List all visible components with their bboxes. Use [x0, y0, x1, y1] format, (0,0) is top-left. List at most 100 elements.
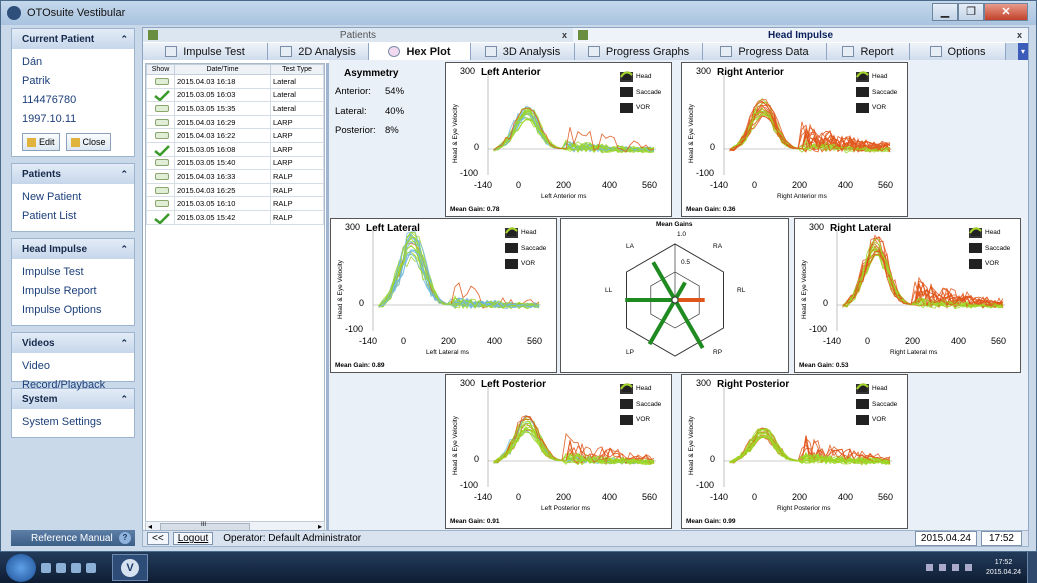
y-axis-label: Head & Eye Velocity: [688, 416, 695, 475]
reference-manual-button[interactable]: Reference Manual ?: [11, 530, 135, 546]
show-cell[interactable]: [146, 101, 175, 116]
checkmark-icon[interactable]: [153, 144, 171, 157]
maximize-button[interactable]: ❐: [958, 3, 984, 21]
tab-2d-analysis[interactable]: 2D Analysis: [268, 43, 369, 60]
impulse-report-link[interactable]: Impulse Report: [22, 282, 124, 301]
show-desktop-button[interactable]: [1027, 552, 1037, 583]
table-row[interactable]: 2015.03.05 16:10 RALP: [146, 196, 324, 211]
patients-header[interactable]: Patients ⌃: [12, 164, 134, 184]
col-datetime[interactable]: Date/Time: [174, 64, 271, 75]
show-cell[interactable]: [146, 209, 175, 225]
minimize-button[interactable]: ▁: [932, 3, 958, 21]
start-button[interactable]: [6, 553, 36, 582]
legend-swatch-saccade: [969, 227, 982, 254]
tab-scroll-button[interactable]: ▾: [1018, 43, 1028, 60]
taskbar-app-otosuite[interactable]: V: [112, 554, 148, 581]
doc-tab-patients[interactable]: Patients x: [143, 28, 573, 42]
tab-options[interactable]: Options: [910, 43, 1006, 60]
unchecked-icon[interactable]: [154, 172, 169, 180]
checkmark-icon[interactable]: [153, 90, 171, 103]
x-tick: 560: [642, 492, 658, 502]
tab-report[interactable]: Report: [827, 43, 910, 60]
show-cell[interactable]: [146, 128, 175, 143]
table-row[interactable]: 2015.03.05 15:40 LARP: [146, 155, 324, 171]
collapse-icon[interactable]: ⌃: [120, 338, 128, 349]
unchecked-icon[interactable]: [154, 159, 169, 167]
show-cell[interactable]: [146, 87, 175, 103]
impulse-test-link[interactable]: Impulse Test: [22, 263, 124, 282]
security-icon[interactable]: [964, 564, 972, 571]
show-cell[interactable]: [146, 141, 175, 157]
videos-header[interactable]: Videos ⌃: [12, 333, 134, 353]
tab-progress-data[interactable]: Progress Data: [703, 43, 827, 60]
table-row[interactable]: 2015.03.05 15:35 Lateral: [146, 101, 324, 116]
table-row[interactable]: 2015.03.05 15:42 RALP: [146, 209, 324, 225]
table-row[interactable]: 2015.03.05 16:03 Lateral: [146, 87, 324, 103]
table-row[interactable]: 2015.04.03 16:18 Lateral: [146, 74, 324, 89]
col-test-type[interactable]: Test Type: [270, 64, 324, 75]
col-show[interactable]: Show: [146, 64, 175, 75]
unchecked-icon[interactable]: [154, 200, 169, 208]
table-row[interactable]: 2015.03.05 16:08 LARP: [146, 141, 324, 157]
flag-icon[interactable]: [925, 564, 933, 571]
table-row[interactable]: 2015.04.03 16:22 LARP: [146, 128, 324, 143]
tab-impulse-test[interactable]: Impulse Test: [143, 43, 268, 60]
explorer-icon[interactable]: [41, 562, 51, 573]
show-cell[interactable]: [146, 182, 175, 198]
show-cell[interactable]: [146, 169, 175, 184]
hex-label-rp: RP: [713, 349, 723, 356]
unchecked-icon[interactable]: [154, 104, 169, 112]
table-row[interactable]: 2015.04.03 16:25 RALP: [146, 182, 324, 198]
doc-tab-head-impulse[interactable]: Head Impulse x: [573, 28, 1028, 42]
media-icon[interactable]: [56, 562, 66, 573]
edit-patient-button[interactable]: Edit: [22, 133, 60, 151]
system-settings-link[interactable]: System Settings: [22, 413, 124, 432]
new-patient-link[interactable]: New Patient: [22, 188, 124, 207]
collapse-icon[interactable]: ⌃: [120, 169, 128, 180]
collapse-icon[interactable]: ⌃: [120, 34, 128, 45]
system-panel: System ⌃ System Settings: [11, 388, 135, 438]
close-tab-icon[interactable]: x: [562, 30, 567, 40]
head-impulse-header[interactable]: Head Impulse ⌃: [12, 239, 134, 259]
volume-icon[interactable]: [951, 564, 959, 571]
show-cell[interactable]: [146, 155, 175, 171]
hex-label-ra: RA: [713, 243, 723, 250]
table-row[interactable]: 2015.04.03 16:33 RALP: [146, 169, 324, 184]
chrome-icon[interactable]: [86, 562, 96, 573]
tray-clock[interactable]: 17:52 2015.04.24: [986, 558, 1021, 578]
unchecked-icon[interactable]: [154, 132, 169, 140]
browser-icon[interactable]: [71, 562, 81, 573]
tab-3d-analysis[interactable]: 3D Analysis: [471, 43, 575, 60]
close-window-button[interactable]: ✕: [984, 3, 1028, 21]
unchecked-icon[interactable]: [154, 118, 169, 126]
x-tick: 400: [838, 180, 854, 190]
unchecked-icon[interactable]: [154, 186, 169, 194]
checkmark-icon[interactable]: [153, 212, 171, 225]
table-row[interactable]: 2015.04.03 16:29 LARP: [146, 114, 324, 130]
close-tab-icon[interactable]: x: [1017, 30, 1022, 40]
asym-value: 8%: [385, 125, 399, 136]
legend-swatch-vor: [856, 71, 869, 113]
plot-title: Left Anterior: [481, 67, 541, 78]
video-record-link[interactable]: Video Record/Playback: [22, 357, 124, 391]
asym-label: Anterior:: [335, 86, 371, 97]
current-patient-header[interactable]: Current Patient ⌃: [12, 29, 134, 49]
patient-list-link[interactable]: Patient List: [22, 207, 124, 226]
back-button[interactable]: <<: [147, 532, 169, 545]
tab-hex-plot[interactable]: Hex Plot: [369, 43, 471, 60]
tab-progress-graphs[interactable]: Progress Graphs: [575, 43, 703, 60]
show-cell[interactable]: [146, 74, 175, 89]
impulse-options-link[interactable]: Impulse Options: [22, 301, 124, 320]
close-patient-button[interactable]: Close: [65, 133, 111, 151]
show-cell[interactable]: [146, 196, 175, 211]
hex-scale-mid: 0.5: [681, 259, 691, 266]
network-icon[interactable]: [938, 564, 946, 571]
show-cell[interactable]: [146, 114, 175, 130]
logout-button[interactable]: Logout: [172, 532, 214, 545]
taskbar: V 17:52 2015.04.24: [0, 552, 1037, 583]
x-tick: -140: [474, 492, 493, 502]
unchecked-icon[interactable]: [154, 77, 169, 85]
test-type-cell: RALP: [270, 196, 324, 211]
collapse-icon[interactable]: ⌃: [120, 244, 128, 255]
collapse-icon[interactable]: ⌃: [120, 394, 128, 405]
